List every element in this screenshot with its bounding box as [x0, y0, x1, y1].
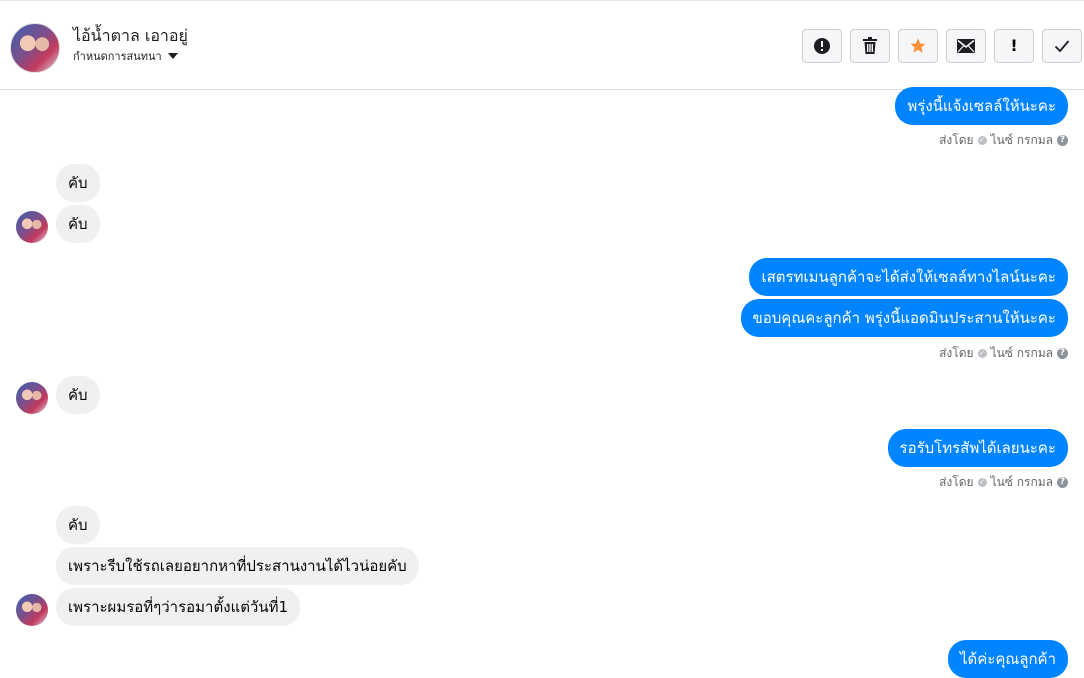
star-icon	[910, 38, 926, 53]
help-icon[interactable]: ?	[1057, 477, 1068, 488]
conversation-toolbar: !	[802, 29, 1082, 63]
conversation-settings-dropdown[interactable]: กำหนดการสนทนา	[73, 47, 178, 65]
incoming-message[interactable]: เพราะรีบใช้รถเลยอยากหาที่ประสานงานได้ไวน…	[56, 547, 419, 585]
outgoing-message[interactable]: ขอบคุณคะลูกค้า พรุ่งนี้แอดมินประสานให้นะ…	[740, 299, 1068, 337]
contact-avatar[interactable]	[10, 23, 60, 73]
contact-avatar-small	[16, 594, 48, 626]
mark-spam-button[interactable]: !	[994, 29, 1034, 63]
sent-status: ส่งโดย ✓ ไนซ์ กรกมล ?	[939, 344, 1068, 363]
incoming-message[interactable]: เพราะผมรอที่ๆว่ารอมาตั้งแต่วันที่1	[56, 588, 301, 626]
report-button[interactable]	[802, 29, 842, 63]
incoming-message[interactable]: คับ	[56, 506, 100, 544]
sent-check-icon: ✓	[977, 136, 987, 145]
contact-avatar-small	[16, 382, 48, 414]
trash-icon	[863, 37, 877, 54]
sent-status: ส่งโดย ✓ ไนซ์ กรกมล ?	[939, 473, 1068, 492]
sent-check-icon: ✓	[977, 349, 987, 358]
incoming-message[interactable]: คับ	[56, 376, 100, 414]
outgoing-message[interactable]: ได้ค่ะคุณลูกค้า	[947, 640, 1068, 678]
envelope-icon	[957, 39, 975, 53]
mark-unread-button[interactable]	[946, 29, 986, 63]
contact-avatar-small	[16, 211, 48, 243]
outgoing-message[interactable]: พรุ่งนี้แจ้งเซลล์ให้นะคะ	[895, 87, 1068, 125]
sent-by-label: ส่งโดย	[939, 475, 974, 489]
sent-check-icon: ✓	[977, 478, 987, 487]
contact-name[interactable]: ไอ้น้ำตาล เอาอยู่	[73, 24, 188, 49]
conversation-header: ไอ้น้ำตาล เอาอยู่ กำหนดการสนทนา !	[0, 0, 1084, 90]
delete-button[interactable]	[850, 29, 890, 63]
caret-down-icon	[167, 53, 178, 59]
outgoing-message[interactable]: เสตรทเมนลูกค้าจะได้ส่งให้เซลล์ทางไลน์นะค…	[749, 258, 1068, 296]
incoming-message[interactable]: คับ	[56, 205, 100, 243]
help-icon[interactable]: ?	[1057, 348, 1068, 359]
help-icon[interactable]: ?	[1057, 135, 1068, 146]
outgoing-message[interactable]: รอรับโทรสัพได้เลยนะคะ	[887, 429, 1068, 467]
mark-done-button[interactable]	[1042, 29, 1082, 63]
sender-name: ไนซ์ กรกมล	[990, 346, 1053, 360]
incoming-message[interactable]: คับ	[56, 164, 100, 202]
sent-status: ส่งโดย ✓ ไนซ์ กรกมล ?	[939, 131, 1068, 150]
check-icon	[1054, 40, 1070, 53]
sent-by-label: ส่งโดย	[939, 133, 974, 147]
sender-name: ไนซ์ กรกมล	[990, 475, 1053, 489]
conversation-settings-label: กำหนดการสนทนา	[73, 50, 162, 63]
sender-name: ไนซ์ กรกมล	[990, 133, 1053, 147]
sent-by-label: ส่งโดย	[939, 346, 974, 360]
star-button[interactable]	[898, 29, 938, 63]
exclamation-icon: !	[1010, 36, 1018, 55]
exclamation-circle-icon	[814, 38, 830, 54]
